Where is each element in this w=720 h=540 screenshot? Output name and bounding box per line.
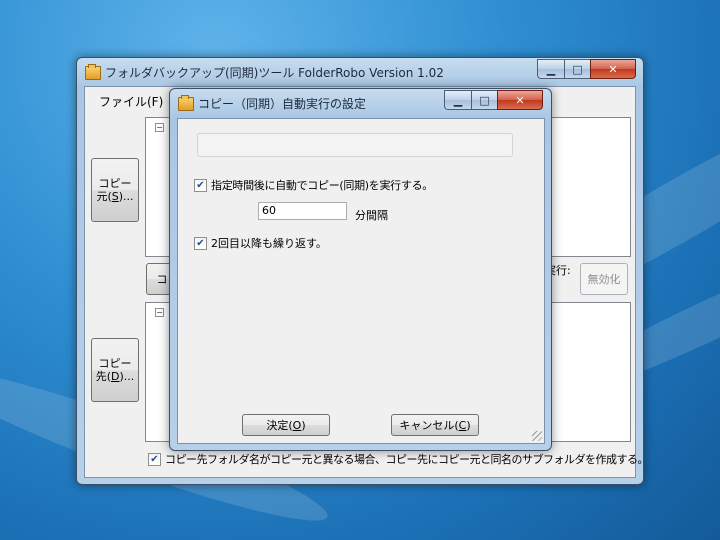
dest-button-line1: コピー (98, 357, 132, 370)
repeat-checkbox-label: 2回目以降も繰り返す。 (211, 237, 327, 250)
repeat-checkbox[interactable]: ✔ (194, 237, 207, 250)
source-select-button[interactable]: コピー 元(S)... (91, 158, 139, 222)
app-folder-icon (85, 64, 101, 80)
dialog-close-button[interactable]: ✕ (497, 90, 543, 110)
dest-button-line2a: 先( (95, 370, 112, 383)
maximize-icon: □ (572, 62, 583, 76)
close-icon: ✕ (515, 93, 525, 107)
auto-exec-checkbox-label: 指定時間後に自動でコピー(同期)を実行する。 (211, 179, 433, 192)
source-button-line1: コピー (98, 177, 132, 190)
dialog-titlebar[interactable]: コピー（同期）自動実行の設定 ▁ □ ✕ (170, 89, 551, 117)
tree-expand-icon[interactable]: − (155, 308, 164, 317)
source-button-line2a: 元( (96, 190, 112, 203)
dialog-folder-icon (178, 95, 194, 111)
interval-unit-label: 分間隔 (355, 209, 388, 222)
dialog-client-area: ✔ 指定時間後に自動でコピー(同期)を実行する。 分間隔 ✔ 2回目以降も繰り返… (177, 118, 545, 444)
disable-button-label: 無効化 (587, 273, 621, 286)
disable-button[interactable]: 無効化 (580, 263, 628, 295)
interval-input[interactable] (258, 202, 347, 220)
cancel-button-key: C (458, 418, 467, 432)
close-icon: ✕ (608, 62, 618, 76)
resize-grip-icon[interactable] (532, 431, 542, 441)
auto-exec-checkbox[interactable]: ✔ (194, 179, 207, 192)
create-subfolder-label: コピー先フォルダ名がコピー元と異なる場合、コピー先にコピー元と同名のサブフォルダ… (165, 453, 649, 466)
create-subfolder-checkbox[interactable]: ✔ (148, 453, 161, 466)
status-display (197, 133, 513, 157)
dest-select-button[interactable]: コピー 先(D)... (91, 338, 139, 402)
menu-file[interactable]: ファイル(F) (99, 93, 163, 110)
dest-button-key: D (111, 370, 120, 383)
ok-button-label-pre: 決定( (266, 419, 293, 432)
source-button-line2b: )... (118, 190, 134, 203)
main-maximize-button[interactable]: □ (564, 59, 591, 79)
dest-button-line2b: )... (119, 370, 135, 383)
tree-expand-icon[interactable]: − (155, 123, 164, 132)
dialog-title: コピー（同期）自動実行の設定 (198, 97, 367, 111)
ok-button-key: O (292, 418, 302, 432)
minimize-icon: ▁ (453, 93, 463, 107)
main-titlebar[interactable]: フォルダバックアップ(同期)ツール FolderRobo Version 1.0… (77, 58, 643, 86)
middle-button-label: コ (156, 273, 168, 286)
cancel-button-label-post: ) (466, 418, 471, 432)
dialog-minimize-button[interactable]: ▁ (444, 90, 472, 110)
minimize-icon: ▁ (546, 62, 556, 76)
main-window-title: フォルダバックアップ(同期)ツール FolderRobo Version 1.0… (105, 66, 444, 80)
ok-button[interactable]: 決定(O) (242, 414, 330, 436)
maximize-icon: □ (479, 93, 490, 107)
auto-exec-dialog: コピー（同期）自動実行の設定 ▁ □ ✕ ✔ 指定時間後に自動でコピー(同期)を… (169, 88, 552, 451)
cancel-button-label-pre: キャンセル( (399, 419, 459, 432)
ok-button-label-post: ) (301, 418, 306, 432)
dialog-maximize-button[interactable]: □ (471, 90, 498, 110)
source-button-key: S (111, 190, 119, 203)
main-minimize-button[interactable]: ▁ (537, 59, 565, 79)
main-close-button[interactable]: ✕ (590, 59, 636, 79)
cancel-button[interactable]: キャンセル(C) (391, 414, 479, 436)
